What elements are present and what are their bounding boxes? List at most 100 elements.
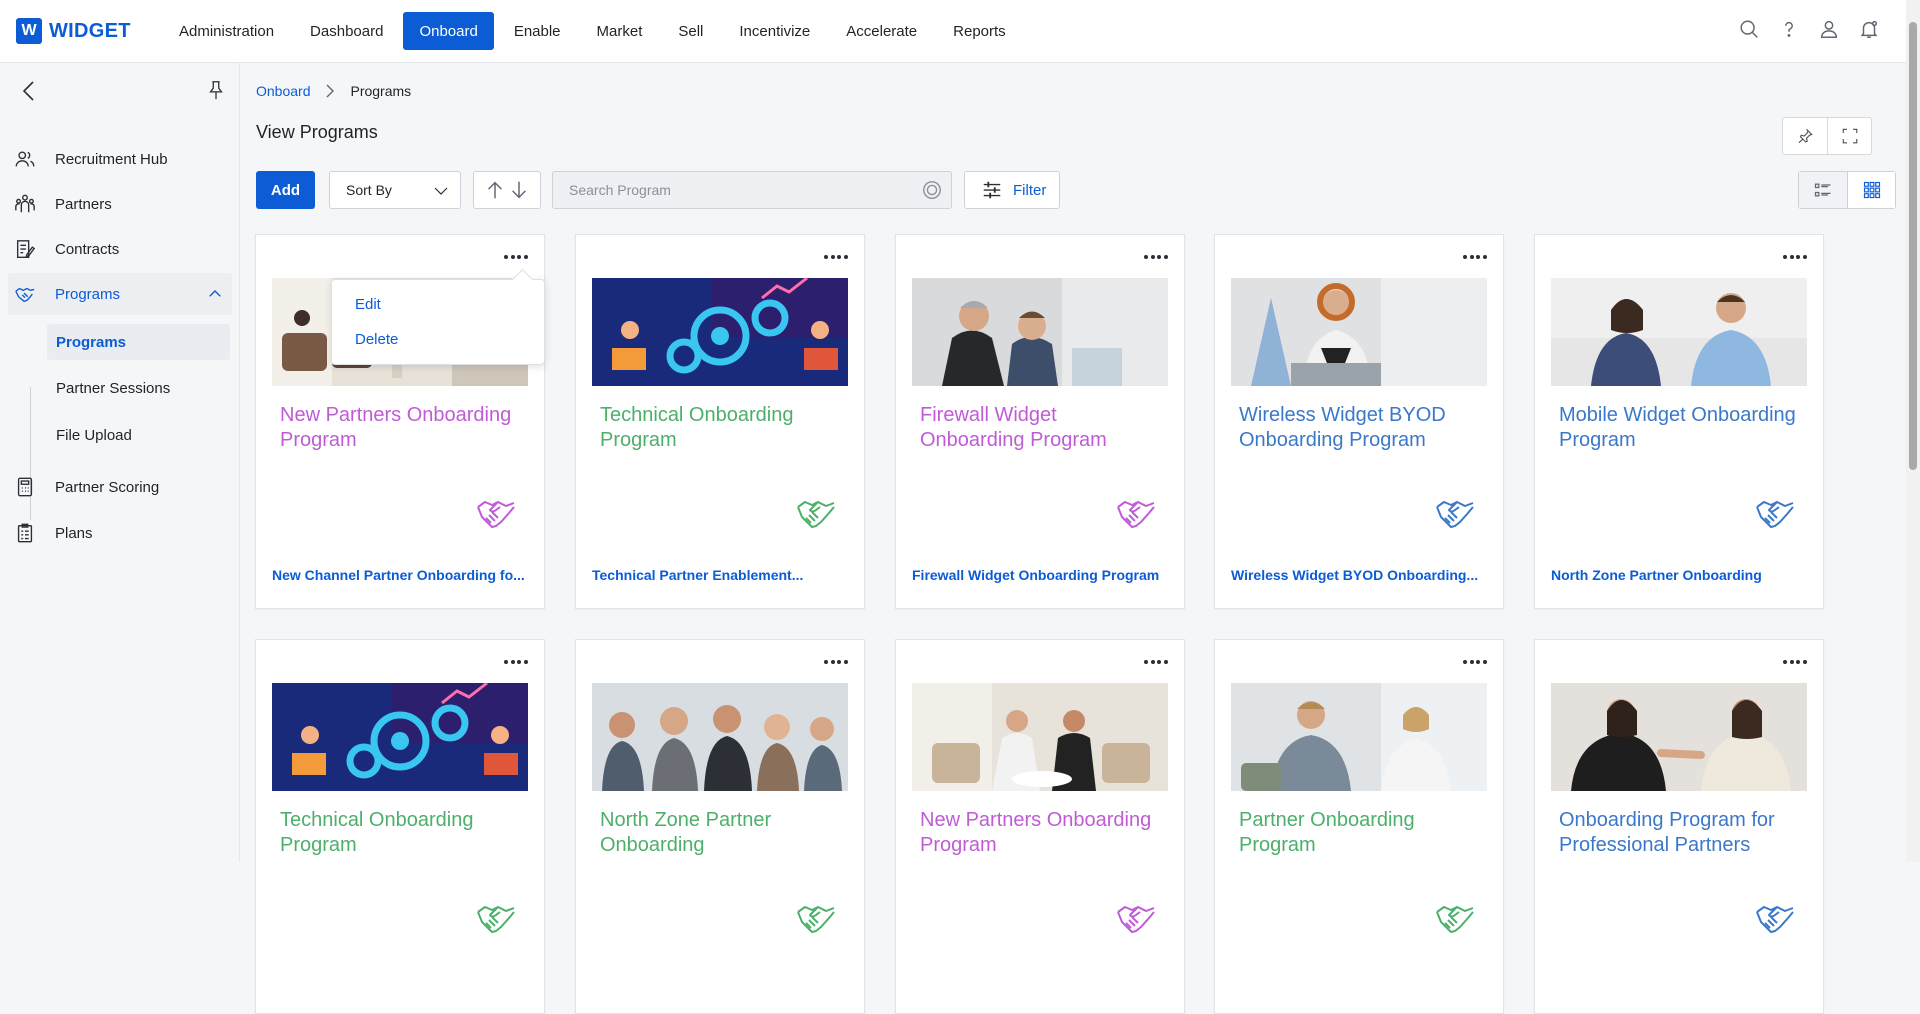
program-title[interactable]: Technical Onboarding Program xyxy=(600,403,844,453)
list-view-button[interactable] xyxy=(1799,172,1847,208)
nav-administration[interactable]: Administration xyxy=(163,12,290,50)
search-icon[interactable] xyxy=(921,179,943,201)
program-subtitle-link[interactable]: New Channel Partner Onboarding fo... xyxy=(272,567,534,583)
program-title[interactable]: North Zone Partner Onboarding xyxy=(600,808,844,858)
sidebar-item-plans[interactable]: Plans xyxy=(8,512,232,554)
filter-button[interactable]: Filter xyxy=(964,171,1060,209)
fullscreen-icon xyxy=(1842,128,1857,144)
sidebar-item-contracts[interactable]: Contracts xyxy=(8,228,232,270)
sidebar-subitem-file-upload[interactable]: File Upload xyxy=(47,417,230,453)
sort-by-dropdown[interactable]: Sort By xyxy=(329,171,461,209)
handshake-icon xyxy=(1435,902,1475,936)
grid-view-icon xyxy=(1863,181,1880,199)
more-options-icon[interactable] xyxy=(1144,250,1168,264)
grid-view-button[interactable] xyxy=(1847,172,1895,208)
search-icon[interactable] xyxy=(1738,18,1760,40)
more-options-icon[interactable] xyxy=(824,250,848,264)
add-button[interactable]: Add xyxy=(256,171,315,209)
more-options-icon[interactable] xyxy=(504,655,528,669)
handshake-icon xyxy=(796,902,836,936)
more-options-icon[interactable] xyxy=(1144,655,1168,669)
program-card[interactable]: North Zone Partner Onboarding xyxy=(575,639,865,1014)
sidebar-item-partner-scoring[interactable]: Partner Scoring xyxy=(8,466,232,508)
nav-market[interactable]: Market xyxy=(581,12,659,50)
nav-incentivize[interactable]: Incentivize xyxy=(723,12,826,50)
program-card[interactable]: Firewall Widget Onboarding Program Firewa… xyxy=(895,234,1185,609)
sort-direction-button[interactable] xyxy=(473,171,541,209)
edit-menu-item[interactable]: Edit xyxy=(355,296,381,313)
pin-page-button[interactable] xyxy=(1783,118,1827,154)
more-options-icon[interactable] xyxy=(504,250,528,264)
program-subtitle-link[interactable]: Firewall Widget Onboarding Program xyxy=(912,567,1174,583)
app-logo[interactable]: W WIDGET xyxy=(16,18,131,44)
partners-icon xyxy=(15,194,35,213)
fullscreen-button[interactable] xyxy=(1827,118,1871,154)
program-card[interactable]: Mobile Widget Onboarding Program North Zo… xyxy=(1534,234,1824,609)
handshake-icon xyxy=(1116,497,1156,531)
nav-reports[interactable]: Reports xyxy=(937,12,1022,50)
top-bar: W WIDGET Administration Dashboard Onboar… xyxy=(0,0,1920,63)
handshake-icon xyxy=(476,497,516,531)
program-title[interactable]: New Partners Onboarding Program xyxy=(920,808,1164,858)
more-options-icon[interactable] xyxy=(1783,250,1807,264)
program-title[interactable]: Onboarding Program for Professional Part… xyxy=(1559,808,1803,858)
contract-icon xyxy=(16,240,36,258)
scrollbar-thumb[interactable] xyxy=(1909,22,1917,470)
delete-menu-item[interactable]: Delete xyxy=(355,331,398,348)
program-title[interactable]: New Partners Onboarding Program xyxy=(280,403,524,453)
program-title[interactable]: Partner Onboarding Program xyxy=(1239,808,1483,858)
more-options-icon[interactable] xyxy=(824,655,848,669)
program-title[interactable]: Firewall Widget Onboarding Program xyxy=(920,403,1164,453)
more-options-icon[interactable] xyxy=(1783,655,1807,669)
nav-dashboard[interactable]: Dashboard xyxy=(294,12,399,50)
nav-enable[interactable]: Enable xyxy=(498,12,577,50)
program-card[interactable]: Technical Onboarding Program Technical Pa… xyxy=(575,234,865,609)
program-subtitle-link[interactable]: Wireless Widget BYOD Onboarding... xyxy=(1231,567,1493,583)
nav-onboard[interactable]: Onboard xyxy=(403,12,494,50)
sidebar-item-label: Contracts xyxy=(55,240,120,258)
sidebar-subitem-partner-sessions[interactable]: Partner Sessions xyxy=(47,370,230,406)
nav-accelerate[interactable]: Accelerate xyxy=(830,12,933,50)
sidebar-item-recruitment-hub[interactable]: Recruitment Hub xyxy=(8,138,232,180)
program-card[interactable]: Partner Onboarding Program xyxy=(1214,639,1504,1014)
bell-icon[interactable] xyxy=(1858,18,1880,40)
vertical-scrollbar[interactable] xyxy=(1906,0,1920,862)
main-nav: Administration Dashboard Onboard Enable … xyxy=(163,12,1022,50)
user-icon[interactable] xyxy=(1818,18,1840,40)
program-subtitle-link[interactable]: Technical Partner Enablement... xyxy=(592,567,854,583)
program-title[interactable]: Mobile Widget Onboarding Program xyxy=(1559,403,1803,453)
chevron-up-icon[interactable] xyxy=(206,285,224,303)
sidebar-subitem-programs[interactable]: Programs xyxy=(47,324,230,360)
program-card[interactable]: Wireless Widget BYOD Onboarding Program W… xyxy=(1214,234,1504,609)
logo-mark: W xyxy=(16,18,42,44)
program-card[interactable]: Onboarding Program for Professional Part… xyxy=(1534,639,1824,1014)
calculator-icon xyxy=(17,477,33,497)
sidebar-header xyxy=(0,63,239,121)
program-card[interactable]: Technical Onboarding Program xyxy=(255,639,545,1014)
program-title[interactable]: Technical Onboarding Program xyxy=(280,808,524,858)
more-options-icon[interactable] xyxy=(1463,655,1487,669)
breadcrumb-onboard[interactable]: Onboard xyxy=(256,83,310,99)
nav-sell[interactable]: Sell xyxy=(662,12,719,50)
sidebar-item-label: Programs xyxy=(55,285,121,303)
program-card[interactable]: New Partners Onboarding Program xyxy=(895,639,1185,1014)
search-input[interactable] xyxy=(553,172,913,208)
pin-icon[interactable] xyxy=(205,79,227,101)
clipboard-icon xyxy=(17,523,33,543)
arrow-down-icon xyxy=(512,181,526,199)
sidebar-item-programs[interactable]: Programs xyxy=(8,273,232,315)
back-arrow-icon[interactable] xyxy=(18,79,42,103)
help-icon[interactable] xyxy=(1778,18,1800,40)
chevron-right-icon xyxy=(326,84,335,98)
program-image xyxy=(592,683,848,791)
more-options-icon[interactable] xyxy=(1463,250,1487,264)
program-title[interactable]: Wireless Widget BYOD Onboarding Program xyxy=(1239,403,1483,453)
sliders-icon xyxy=(983,181,1001,199)
handshake-icon xyxy=(1435,497,1475,531)
pin-icon xyxy=(1798,128,1813,144)
chevron-down-icon xyxy=(434,187,448,195)
sidebar-item-partners[interactable]: Partners xyxy=(8,183,232,225)
program-image xyxy=(1551,683,1807,791)
program-subtitle-link[interactable]: North Zone Partner Onboarding xyxy=(1551,567,1813,583)
view-toggle xyxy=(1798,171,1896,209)
